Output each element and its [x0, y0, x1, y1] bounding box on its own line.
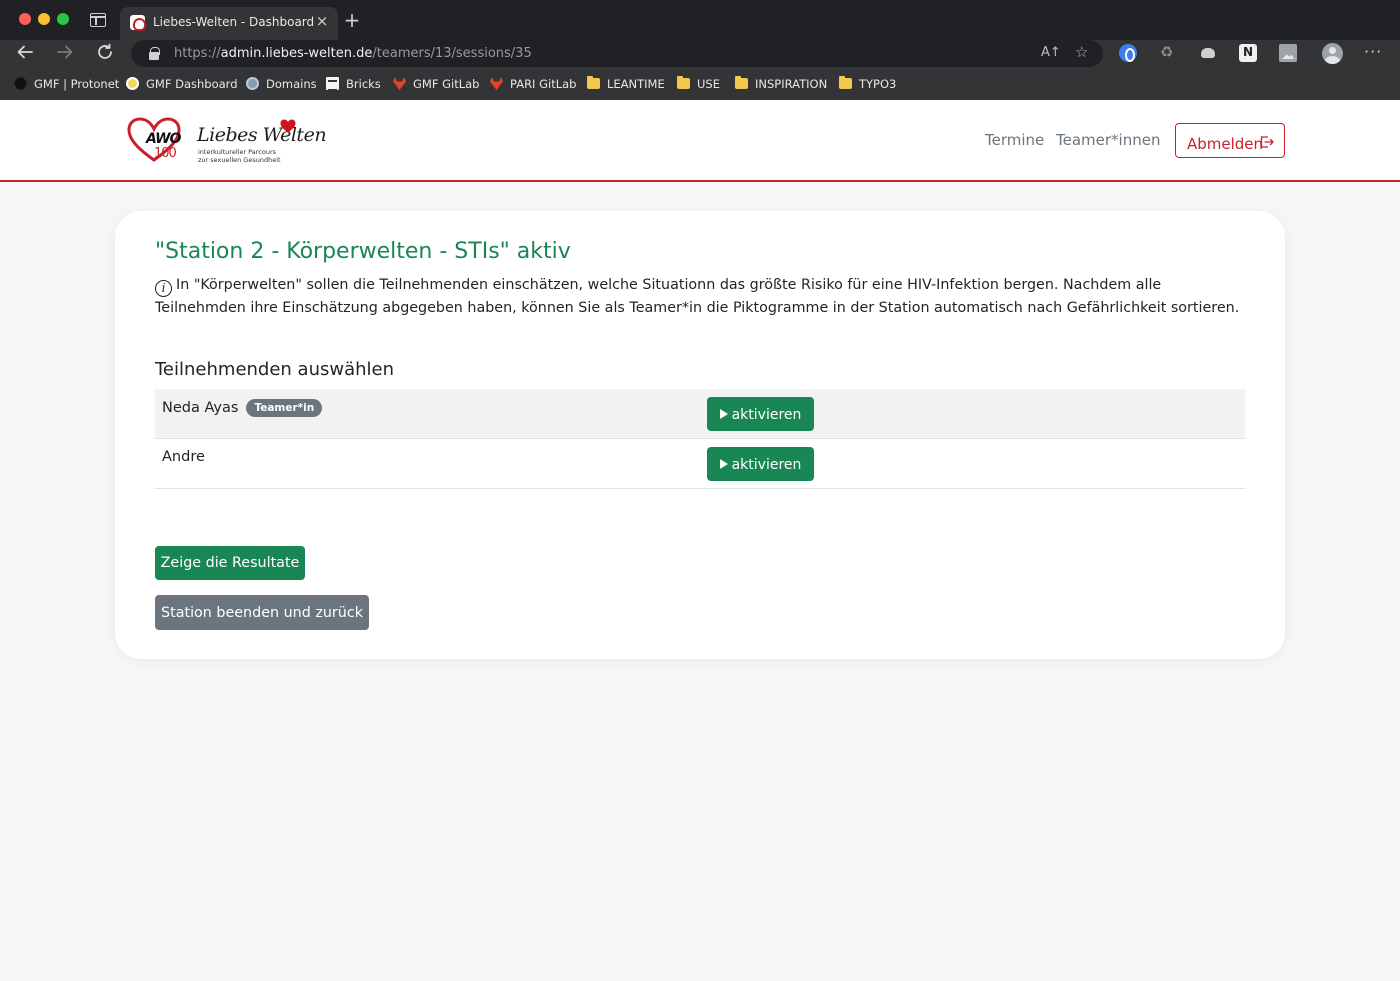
participant-name: Neda Ayas Teamer*in: [162, 399, 323, 417]
close-window-button[interactable]: [19, 13, 31, 25]
activate-button[interactable]: aktivieren: [707, 447, 814, 481]
notion-extension-icon[interactable]: [1239, 44, 1257, 62]
browser-chrome: Liebes-Welten - Dashboard × + https://ad…: [0, 0, 1400, 100]
folder-icon: [677, 76, 690, 89]
circle-icon: [126, 77, 139, 90]
info-icon: i: [155, 280, 172, 297]
favicon-icon: [130, 15, 146, 31]
bookmark-bricks[interactable]: Bricks: [326, 77, 381, 93]
bookmark-use[interactable]: USE: [677, 76, 720, 93]
site-logo[interactable]: AWO 100 Liebes Welten interkultureller P…: [127, 117, 327, 165]
bookmark-gmf-protonet[interactable]: GMF | Protonet: [14, 77, 119, 93]
url-text[interactable]: https://admin.liebes-welten.de/teamers/1…: [174, 46, 532, 61]
bookmark-domains[interactable]: Domains: [246, 77, 317, 93]
address-bar[interactable]: https://admin.liebes-welten.de/teamers/1…: [131, 40, 1103, 67]
back-arrow-icon[interactable]: [14, 43, 36, 65]
tab-strip: Liebes-Welten - Dashboard × +: [0, 0, 1400, 40]
logo-awo-text: AWO: [146, 131, 181, 147]
participant-name: Andre: [162, 449, 205, 465]
add-favorite-icon[interactable]: ☆: [1075, 43, 1088, 61]
close-tab-icon[interactable]: ×: [314, 12, 330, 30]
tab-title: Liebes-Welten - Dashboard: [153, 15, 315, 29]
folder-icon: [735, 76, 748, 89]
nav-teamer-innen[interactable]: Teamer*innen: [1056, 131, 1160, 149]
bookmark-typo3[interactable]: TYPO3: [839, 76, 896, 93]
new-tab-icon[interactable]: +: [342, 9, 362, 31]
gitlab-icon: [490, 77, 503, 90]
hexagon-icon: [14, 77, 27, 90]
maximize-window-button[interactable]: [57, 13, 69, 25]
activate-button[interactable]: aktivieren: [707, 397, 814, 431]
table-row: Andre aktivieren: [155, 439, 1245, 489]
play-icon: [719, 458, 728, 469]
bookmark-gmf-gitlab[interactable]: GMF GitLab: [393, 77, 479, 93]
globe-icon: [246, 77, 259, 90]
logout-icon: [1260, 136, 1274, 148]
logout-button[interactable]: Abmelden: [1175, 123, 1285, 158]
bookmark-inspiration[interactable]: INSPIRATION: [735, 76, 827, 93]
nav-termine[interactable]: Termine: [985, 131, 1044, 149]
minimize-window-button[interactable]: [38, 13, 50, 25]
tab-dashboard[interactable]: Liebes-Welten - Dashboard ×: [120, 7, 338, 40]
logout-label: Abmelden: [1187, 134, 1264, 153]
station-description: i In "Körperwelten" sollen die Teilnehmen…: [155, 274, 1250, 319]
logo-100-text: 100: [154, 146, 177, 161]
role-badge: Teamer*in: [246, 399, 323, 417]
bookmarks-bar: GMF | Protonet GMF Dashboard Domains Bri…: [0, 70, 1400, 100]
bricks-icon: [326, 77, 339, 91]
logo-tagline-1: interkultureller Parcours: [198, 148, 277, 156]
read-aloud-icon[interactable]: A↑: [1041, 45, 1061, 60]
more-menu-icon[interactable]: ···: [1364, 42, 1382, 61]
table-row: Neda Ayas Teamer*in aktivieren: [155, 389, 1245, 439]
recycle-extension-icon[interactable]: [1159, 43, 1177, 62]
folder-icon: [839, 76, 852, 89]
end-station-button[interactable]: Station beenden und zurück: [155, 595, 369, 630]
image-extension-icon[interactable]: [1279, 44, 1297, 62]
red-heart-icon: [280, 119, 296, 133]
section-title: Teilnehmenden auswählen: [155, 359, 395, 380]
play-icon: [719, 408, 728, 419]
bookmark-pari-gitlab[interactable]: PARI GitLab: [490, 77, 576, 93]
station-card: "Station 2 - Körperwelten - STIs" aktiv …: [115, 211, 1285, 659]
forward-arrow-icon[interactable]: [54, 43, 76, 65]
site-header: AWO 100 Liebes Welten interkultureller P…: [0, 100, 1400, 182]
reload-icon[interactable]: [94, 43, 116, 65]
password-manager-extension-icon[interactable]: [1119, 44, 1137, 62]
bookmark-leantime[interactable]: LEANTIME: [587, 76, 665, 93]
lock-icon[interactable]: [149, 47, 160, 60]
bookmark-gmf-dashboard[interactable]: GMF Dashboard: [126, 77, 238, 93]
page-title: "Station 2 - Körperwelten - STIs" aktiv: [155, 239, 571, 264]
gitlab-icon: [393, 77, 406, 90]
logo-script-text: Liebes Welten: [197, 124, 327, 146]
participants-table: Neda Ayas Teamer*in aktivieren Andre akti…: [155, 389, 1245, 489]
show-results-button[interactable]: Zeige die Resultate: [155, 546, 305, 580]
profile-avatar-icon[interactable]: [1322, 43, 1343, 64]
logo-tagline-2: zur sexuellen Gesundheit: [198, 156, 281, 164]
tab-actions-icon[interactable]: [90, 13, 106, 27]
station-description-text: In "Körperwelten" sollen die Teilnehmend…: [155, 277, 1240, 316]
folder-icon: [587, 76, 600, 89]
bug-extension-icon[interactable]: [1199, 44, 1217, 62]
